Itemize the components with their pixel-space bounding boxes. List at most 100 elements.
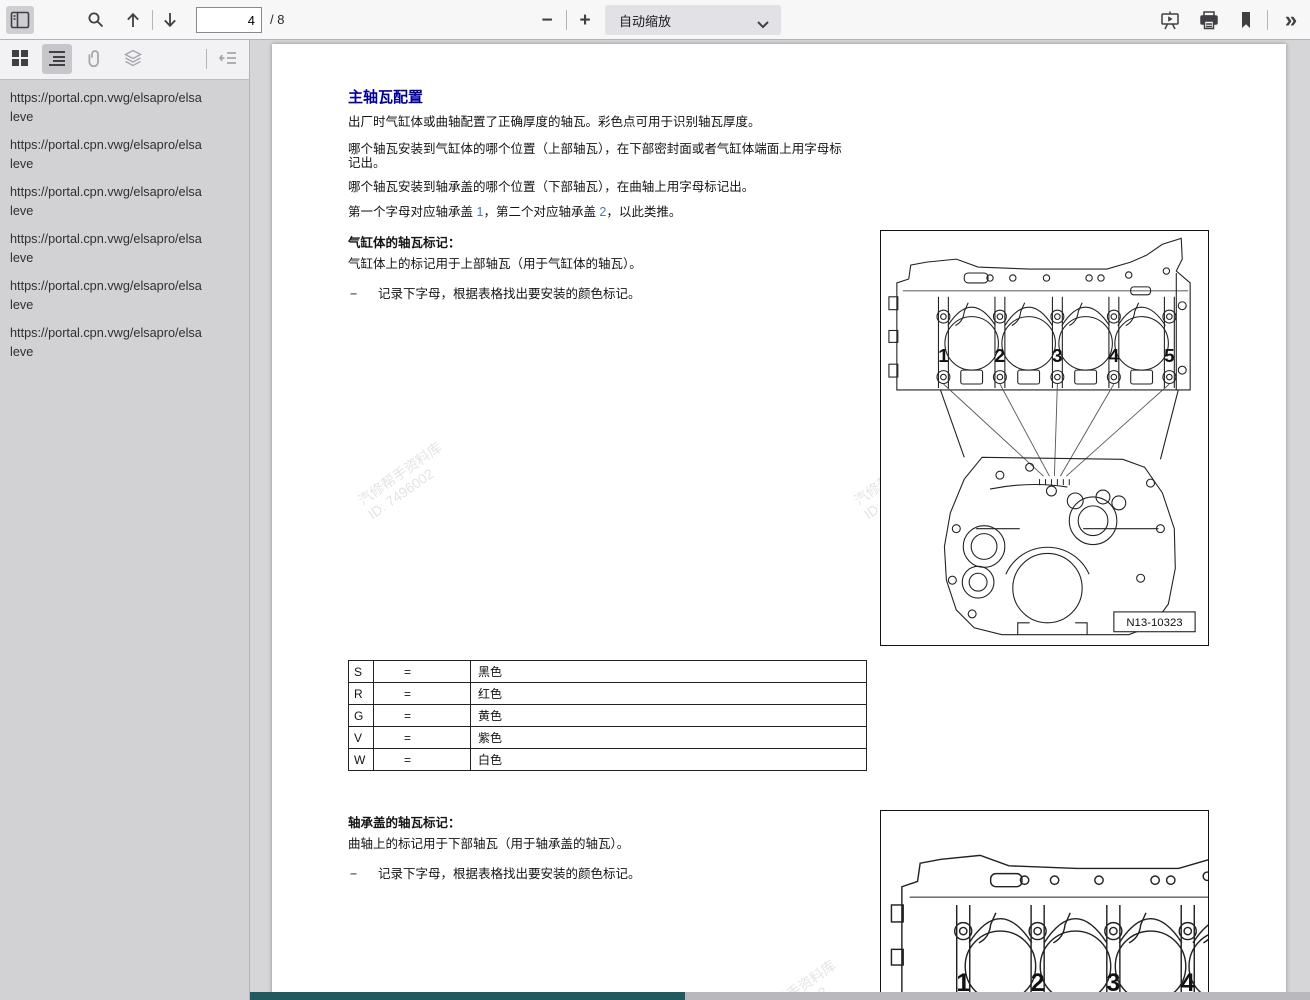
pdf-viewer-app: / 8 − + 自动缩放 [0,0,1310,1000]
sidebar-toolbar [0,40,250,80]
engine-diagram-top: 1 2 3 4 5 N13-10323 [888,237,1196,636]
bearing-number-5: 5 [1164,345,1174,366]
figure-engine-block-marks: 1 2 3 4 5 N13-10323 [880,230,1209,646]
equals-cell: = [373,704,471,727]
figure-crankshaft-marks [880,810,1289,1000]
sidebar-toolbar-divider [206,49,207,69]
paragraph: 哪个轴瓦安装到轴承盖的哪个位置（下部轴瓦），在曲轴上用字母标记出。 [348,180,755,194]
zoom-in-button[interactable]: + [571,6,599,34]
pdf-page: 主轴瓦配置 出厂时气缸体或曲轴配置了正确厚度的轴瓦。彩色点可用于识别轴瓦厚度。 … [272,44,1289,1000]
horizontal-scrollbar[interactable] [250,992,1310,1000]
outline-item-text: leve [10,251,34,265]
engine-diagram-end-face [939,389,1179,636]
dash-bullet: − [350,867,358,881]
outline-view-button[interactable] [42,44,72,74]
bearing-number-3: 3 [1052,345,1062,366]
outline-item-text: https://portal.cpn.vwg/elsapro/elsa [10,279,202,293]
pdf-viewer-area: 主轴瓦配置 出厂时气缸体或曲轴配置了正确厚度的轴瓦。彩色点可用于识别轴瓦厚度。 … [250,40,1310,1000]
sidebar-outline-panel: https://portal.cpn.vwg/elsapro/elsa leve… [0,80,250,1000]
next-page-button[interactable] [156,6,184,34]
table-row: G = 黄色 [348,704,867,727]
horizontal-scrollbar-thumb[interactable] [250,992,685,1000]
table-row: R = 红色 [348,682,867,705]
outline-list-icon [48,49,66,70]
step-text: 记录下字母，根据表格找出要安装的颜色标记。 [378,867,641,881]
double-chevron-icon: » [1284,7,1298,32]
presentation-mode-button[interactable] [1156,6,1184,34]
sidebar-toggle-icon [10,11,30,29]
outline-item[interactable]: https://portal.cpn.vwg/elsapro/elsa leve [10,324,249,362]
page-number-input[interactable] [196,7,262,33]
step-item: − 记录下字母，根据表格找出要安装的颜色标记。 [350,283,641,302]
watermark: 汽修帮手资料库 ID: 7496002 [355,439,455,523]
minus-icon: − [541,9,553,31]
layers-view-button[interactable] [118,44,148,74]
color-cell: 紫色 [470,726,867,749]
paragraph: 哪个轴瓦安装到气缸体的哪个位置（上部轴瓦），在下部密封面或者气缸体端面上用字母标… [348,142,842,170]
current-outline-item-button[interactable] [213,44,243,74]
paragraph-text: ，以此类推。 [606,205,682,219]
zoom-out-button[interactable]: − [533,6,561,34]
color-cell: 黄色 [470,704,867,727]
page-count-label: / 8 [270,12,285,27]
outline-item[interactable]: https://portal.cpn.vwg/elsapro/elsa leve [10,89,249,127]
zoom-mode-select[interactable]: 自动缩放 [605,5,781,35]
thumbnails-view-button[interactable] [5,44,35,74]
outline-item-text: https://portal.cpn.vwg/elsapro/elsa [10,326,202,340]
outline-item-text: https://portal.cpn.vwg/elsapro/elsa [10,138,202,152]
table-row: S = 黑色 [348,660,867,683]
outline-item[interactable]: https://portal.cpn.vwg/elsapro/elsa leve [10,136,249,174]
color-cell: 白色 [470,748,867,771]
section-text: 气缸体上的标记用于上部轴瓦（用于气缸体的轴瓦）。 [348,257,642,271]
current-outline-item-icon [218,49,237,70]
bearing-number-1: 1 [938,345,948,366]
section-heading: 气缸体的轴瓦标记： [348,236,461,250]
equals-cell: = [373,660,471,683]
previous-page-button[interactable] [119,6,147,34]
step-text: 记录下字母，根据表格找出要安装的颜色标记。 [378,287,641,301]
toolbar-divider [566,10,567,30]
figure-label-text: N13-10323 [1126,617,1182,629]
letter-cell: S [348,660,374,683]
outline-item-text: leve [10,110,34,124]
outline-list: https://portal.cpn.vwg/elsapro/elsa leve… [0,80,249,362]
print-icon [1199,10,1219,30]
outline-item[interactable]: https://portal.cpn.vwg/elsapro/elsa leve [10,277,249,315]
attachments-view-button[interactable] [80,44,110,74]
color-cell: 黑色 [470,660,867,683]
bearing-number-2: 2 [995,345,1005,366]
layers-icon [124,49,142,70]
outline-item-text: https://portal.cpn.vwg/elsapro/elsa [10,232,202,246]
outline-item-text: https://portal.cpn.vwg/elsapro/elsa [10,185,202,199]
find-button[interactable] [82,6,110,34]
watermark-text: 汽修帮手资料库 [355,438,445,509]
outline-item-text: leve [10,345,34,359]
table-row: W = 白色 [348,748,867,771]
paragraph-text: ，第二个对应轴承盖 [483,205,600,219]
table-row: V = 紫色 [348,726,867,749]
equals-cell: = [373,748,471,771]
toggle-sidebar-button[interactable] [6,6,34,34]
section-text: 曲轴上的标记用于下部轴瓦（用于轴承盖的轴瓦）。 [348,837,630,851]
engine-diagram-top-2 [890,827,1289,1000]
equals-cell: = [373,726,471,749]
print-button[interactable] [1195,6,1223,34]
thumbnails-icon [11,49,29,70]
chevron-down-icon [757,17,769,32]
arrow-down-icon [161,11,179,29]
letter-cell: G [348,704,374,727]
zoom-mode-label: 自动缩放 [619,13,672,29]
outline-item-text: https://portal.cpn.vwg/elsapro/elsa [10,91,202,105]
more-tools-button[interactable]: » [1277,6,1305,34]
bearing-color-table: S = 黑色 R = 红色 G = 黄色 V = 紫色 W = 白色 [348,660,867,771]
current-view-bookmark-button[interactable] [1232,6,1260,34]
search-icon [87,11,105,29]
outline-item[interactable]: https://portal.cpn.vwg/elsapro/elsa leve [10,230,249,268]
bookmark-icon [1238,11,1254,29]
paragraph-text: 第一个字母对应轴承盖 [348,205,477,219]
outline-item[interactable]: https://portal.cpn.vwg/elsapro/elsa leve [10,183,249,221]
equals-cell: = [373,682,471,705]
color-cell: 红色 [470,682,867,705]
presentation-icon [1160,11,1180,30]
letter-cell: R [348,682,374,705]
